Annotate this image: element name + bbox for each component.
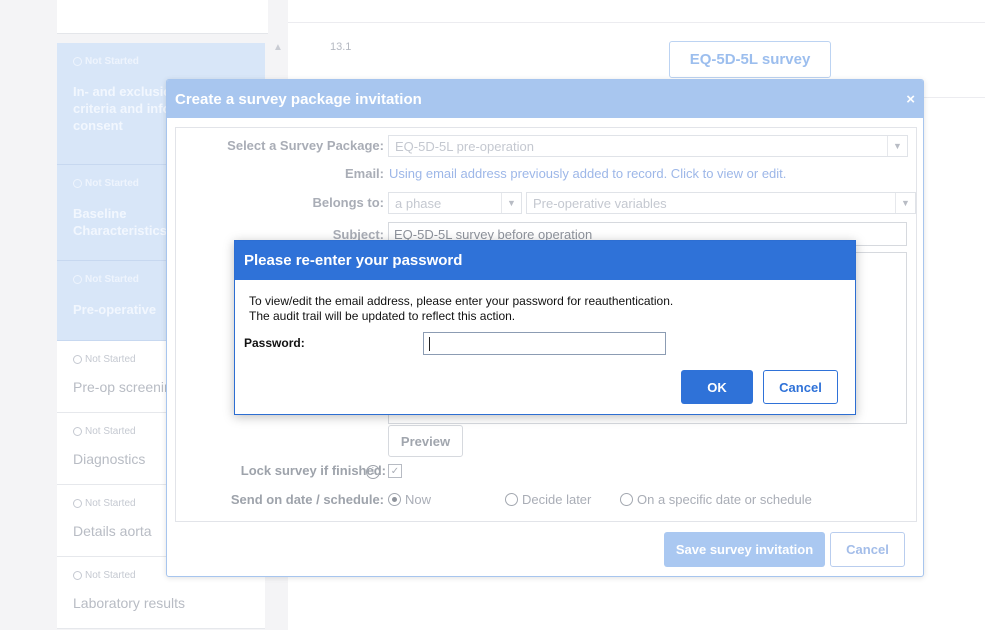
send-now-radio[interactable]: Now — [388, 492, 431, 507]
select-package-label: Select a Survey Package: — [227, 138, 384, 153]
status-badge: Not Started — [57, 43, 265, 67]
dialog-title: Create a survey package invitation — [175, 90, 422, 108]
info-icon[interactable]: i — [366, 465, 380, 479]
status-circle-icon — [73, 571, 82, 580]
send-decide-later-radio[interactable]: Decide later — [505, 492, 591, 507]
status-circle-icon — [73, 57, 82, 66]
send-schedule-label: Send on date / schedule: — [230, 492, 384, 507]
preview-button[interactable]: Preview — [388, 425, 463, 457]
save-survey-invitation-button[interactable]: Save survey invitation — [664, 532, 825, 567]
sidebar-top-panel — [57, 0, 268, 34]
survey-package-select[interactable]: EQ-5D-5L pre-operation ▼ — [388, 135, 908, 157]
password-label: Password: — [244, 336, 305, 350]
status-circle-icon — [73, 355, 82, 364]
send-specific-date-radio[interactable]: On a specific date or schedule — [620, 492, 812, 507]
chevron-down-icon: ▼ — [501, 193, 521, 213]
survey-cancel-button[interactable]: Cancel — [830, 532, 905, 567]
radio-circle-icon — [620, 493, 633, 506]
step-select[interactable]: Pre-operative variables ▼ — [526, 192, 916, 214]
lock-survey-checkbox[interactable]: ✓ — [388, 464, 402, 478]
step-number: 13.1 — [330, 41, 352, 53]
status-circle-icon — [73, 427, 82, 436]
chevron-down-icon: ▼ — [895, 193, 915, 213]
email-label: Email: — [344, 166, 384, 181]
scroll-up-icon[interactable]: ▲ — [268, 42, 288, 58]
phase-select[interactable]: a phase ▼ — [388, 192, 522, 214]
belongs-to-label: Belongs to: — [312, 195, 385, 210]
radio-circle-icon — [505, 493, 518, 506]
reauth-message: To view/edit the email address, please e… — [249, 294, 674, 323]
eq5d-survey-button[interactable]: EQ-5D-5L survey — [669, 41, 831, 78]
password-reauth-modal: Please re-enter your password To view/ed… — [234, 240, 856, 415]
radio-circle-icon — [388, 493, 401, 506]
text-cursor — [429, 336, 430, 351]
password-input[interactable] — [423, 332, 666, 355]
dialog-header: Create a survey package invitation × — [167, 80, 923, 118]
status-circle-icon — [73, 275, 82, 284]
status-circle-icon — [73, 499, 82, 508]
chevron-down-icon: ▼ — [887, 136, 907, 156]
modal-title: Please re-enter your password — [235, 241, 855, 280]
cancel-button[interactable]: Cancel — [763, 370, 838, 404]
divider — [288, 22, 985, 23]
close-icon[interactable]: × — [906, 91, 915, 108]
lock-survey-label: Lock survey if finished: — [240, 463, 386, 478]
email-edit-link[interactable]: Using email address previously added to … — [389, 166, 786, 181]
ok-button[interactable]: OK — [681, 370, 753, 404]
status-circle-icon — [73, 179, 82, 188]
sidebar-item-label: Laboratory results — [73, 595, 186, 611]
